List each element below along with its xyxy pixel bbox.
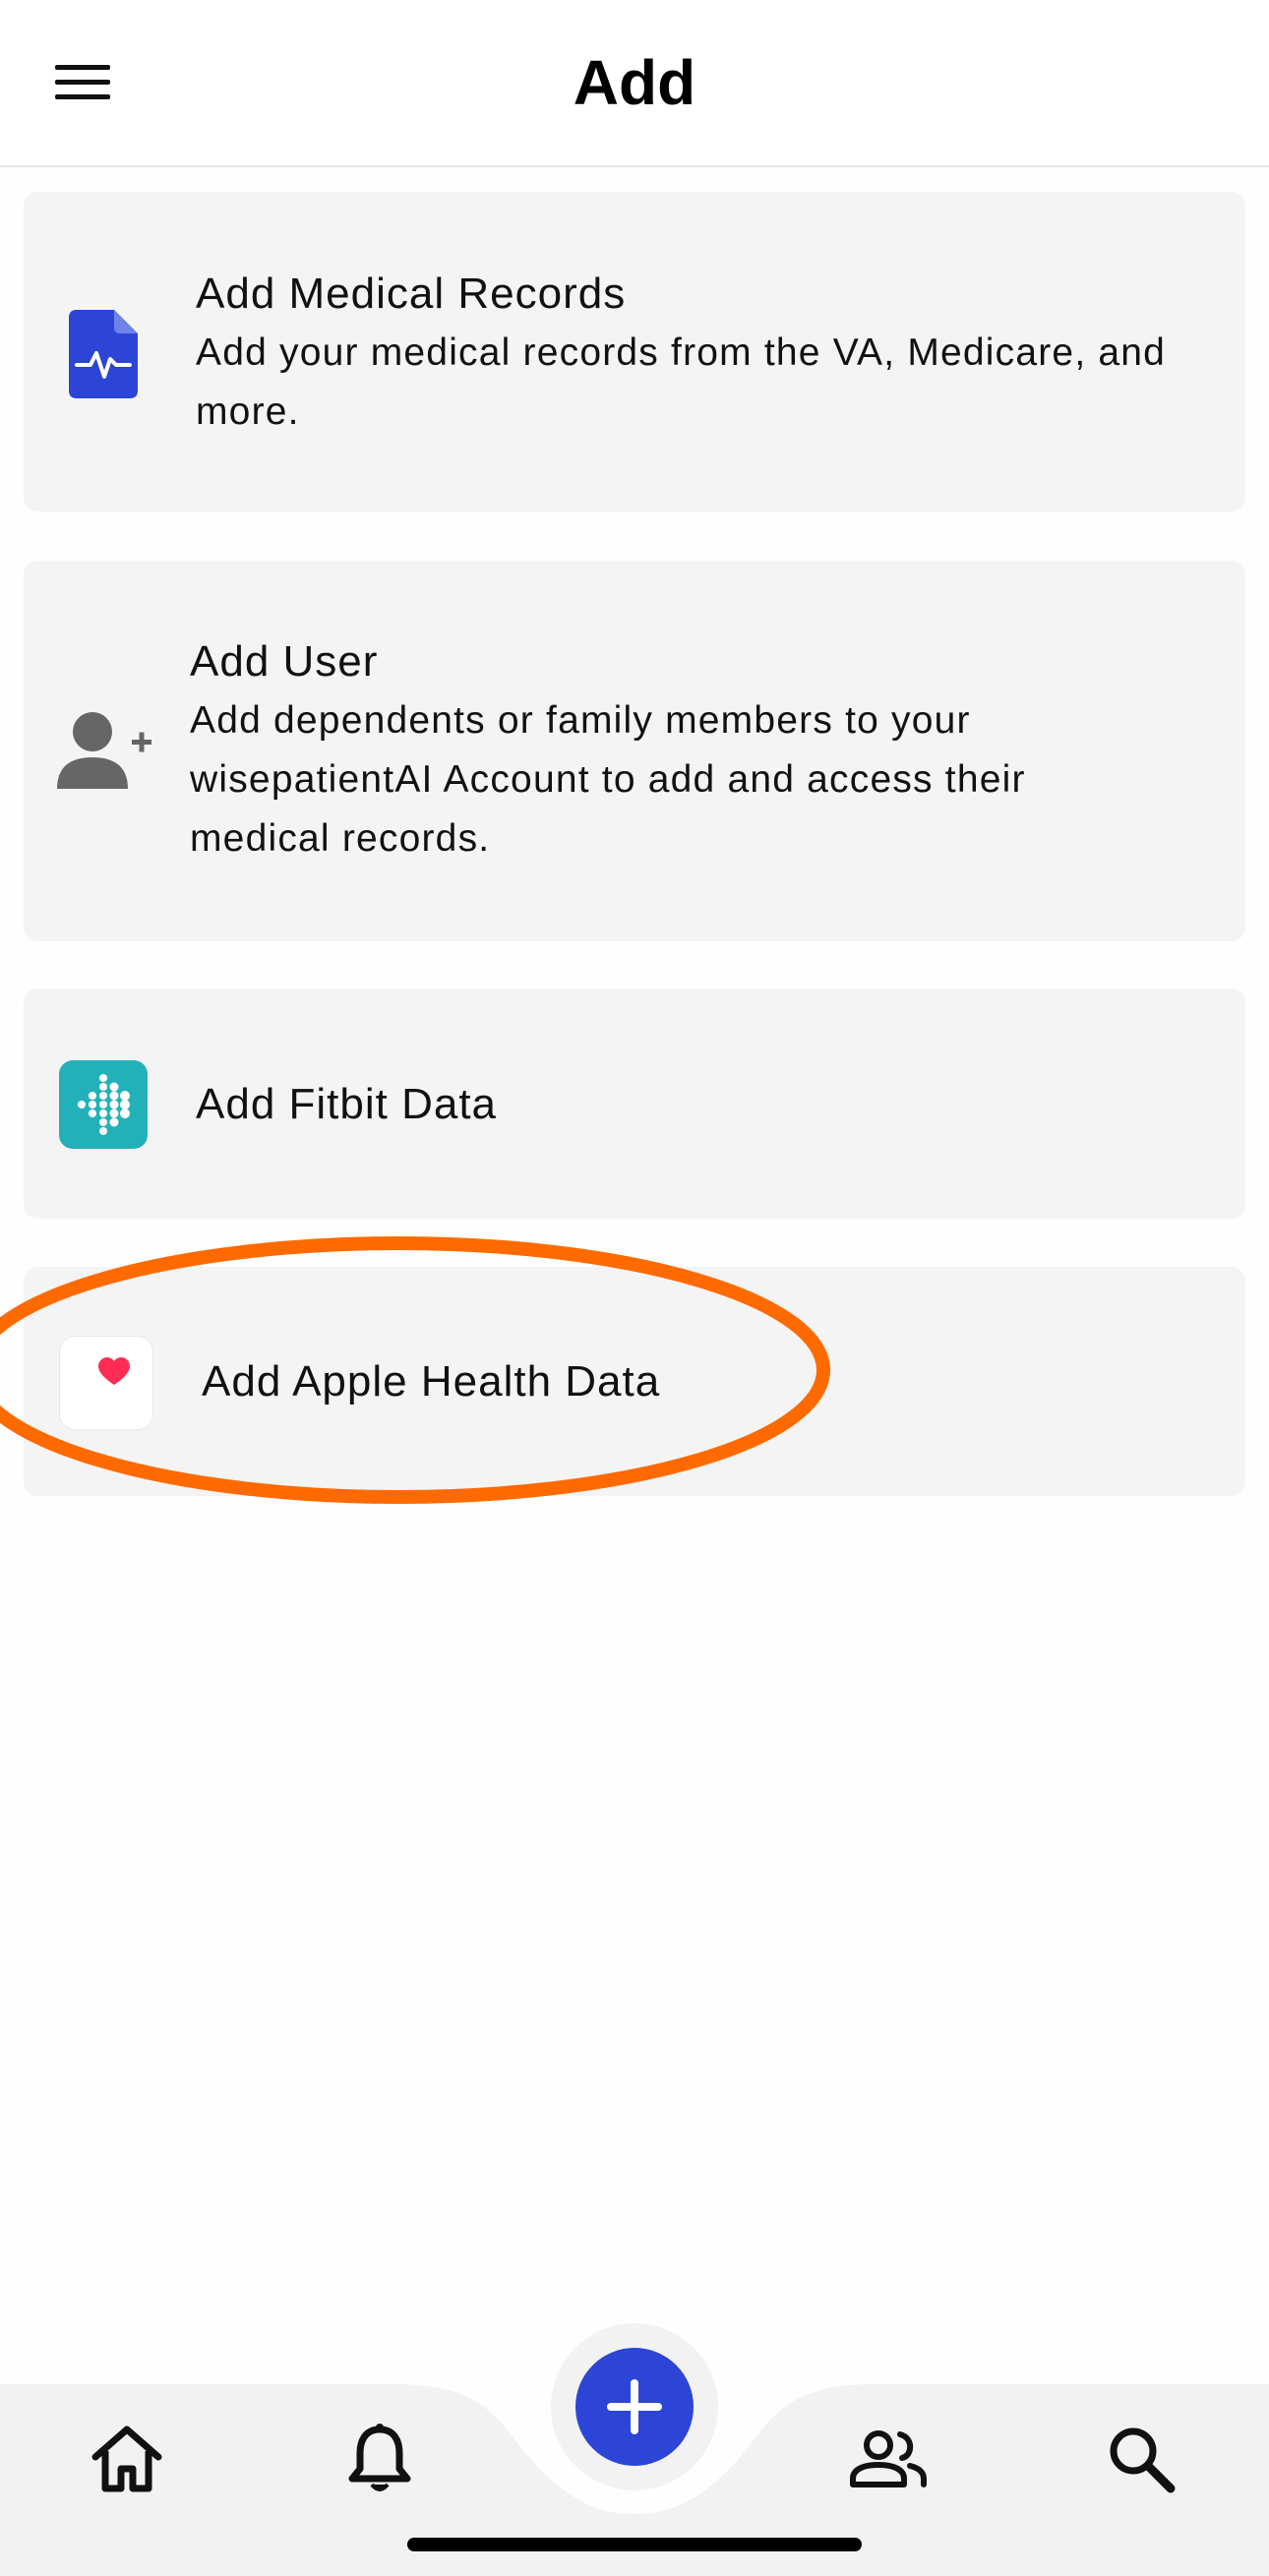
people-icon[interactable]	[834, 2405, 942, 2513]
add-user-card[interactable]: Add User Add dependents or family member…	[24, 561, 1245, 941]
apple-health-icon	[59, 1336, 153, 1435]
medical-record-icon	[69, 310, 138, 403]
home-indicator	[407, 2538, 862, 2551]
card-description: Add dependents or family members to your…	[190, 699, 1026, 860]
add-fitbit-data-card[interactable]: Add Fitbit Data	[24, 988, 1245, 1219]
home-icon[interactable]	[73, 2405, 181, 2513]
page-title: Add	[573, 47, 696, 118]
add-button[interactable]	[575, 2348, 694, 2466]
card-title: Add Fitbit Data	[196, 1080, 498, 1128]
add-icon	[607, 2379, 662, 2434]
card-title: Add User	[190, 637, 379, 686]
card-description: Add your medical records from the VA, Me…	[196, 331, 1167, 433]
add-user-icon	[57, 710, 155, 794]
fitbit-icon	[59, 1060, 148, 1154]
search-icon[interactable]	[1087, 2405, 1195, 2513]
app-header: Add	[0, 0, 1269, 167]
bell-icon[interactable]	[326, 2405, 434, 2513]
card-title: Add Medical Records	[196, 270, 627, 318]
add-medical-records-card[interactable]: Add Medical Records Add your medical rec…	[24, 192, 1245, 511]
add-apple-health-data-card[interactable]: Add Apple Health Data	[24, 1267, 1245, 1496]
card-title: Add Apple Health Data	[202, 1357, 661, 1406]
